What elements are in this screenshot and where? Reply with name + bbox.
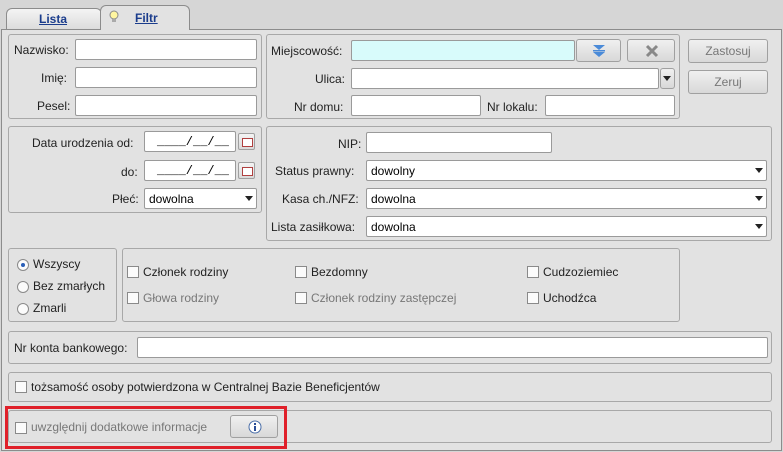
calendar-od-icon[interactable]	[238, 133, 255, 150]
nazwisko-input[interactable]	[75, 39, 257, 60]
kasa-select[interactable]: dowolna	[366, 188, 767, 209]
nip-label: NIP:	[338, 137, 362, 151]
data-do-placeholder: ____/__/__	[157, 164, 230, 178]
uchodzca-checkbox[interactable]	[527, 292, 539, 304]
close-icon	[645, 44, 659, 61]
lista-label: Lista zasiłkowa:	[271, 220, 356, 234]
radio-bez-zmarlych[interactable]	[17, 281, 29, 293]
identity-checkbox[interactable]	[15, 381, 27, 393]
zastosuj-label: Zastosuj	[705, 44, 751, 58]
lista-select[interactable]: dowolna	[366, 216, 767, 237]
pesel-label: Pesel:	[37, 99, 71, 113]
chevron-down-icon	[245, 196, 253, 201]
pesel-input[interactable]	[75, 95, 257, 116]
info-icon	[248, 420, 262, 437]
cudzoziemiec-label: Cudzoziemiec	[543, 265, 619, 279]
tab-lista[interactable]: Lista	[6, 8, 102, 29]
data-od-placeholder: ____/__/__	[157, 135, 230, 149]
clear-miejscowosc-button[interactable]	[627, 39, 675, 62]
tab-bar: Lista Filtr	[0, 0, 783, 30]
bezdomny-label: Bezdomny	[311, 265, 368, 279]
czlonek-rodziny-checkbox[interactable]	[127, 266, 139, 278]
bezdomny-checkbox[interactable]	[295, 266, 307, 278]
tab-filtr-label: Filtr	[135, 11, 158, 25]
czlonek-zastepczej-checkbox[interactable]	[295, 292, 307, 304]
zastosuj-button[interactable]: Zastosuj	[688, 39, 768, 63]
zeruj-button[interactable]: Zeruj	[688, 70, 768, 94]
imie-label: Imię:	[41, 71, 68, 85]
kasa-label: Kasa ch./NFZ:	[282, 192, 359, 206]
calendar-do-icon[interactable]	[238, 162, 255, 179]
ulica-select[interactable]	[351, 68, 659, 89]
bank-label: Nr konta bankowego:	[14, 341, 128, 355]
kasa-value: dowolna	[371, 192, 416, 206]
nr-domu-label: Nr domu:	[294, 100, 344, 114]
radio-wszyscy[interactable]	[17, 259, 29, 271]
czlonek-zastepczej-label: Członek rodziny zastępczej	[311, 291, 457, 305]
zeruj-label: Zeruj	[714, 75, 742, 89]
lightbulb-icon	[109, 10, 119, 23]
radio-zmarli-label: Zmarli	[33, 301, 67, 315]
nr-domu-input[interactable]	[351, 95, 481, 116]
plec-label: Płeć:	[112, 192, 139, 206]
miejscowosc-input[interactable]	[351, 40, 575, 61]
family-flags-group	[122, 248, 680, 322]
nip-input[interactable]	[366, 132, 552, 153]
miejscowosc-label: Miejscowość:	[271, 44, 343, 58]
status-prawny-select[interactable]: dowolny	[366, 160, 767, 181]
bank-account-input[interactable]	[137, 337, 768, 358]
glowa-rodziny-label: Głowa rodziny	[143, 291, 220, 305]
plec-select[interactable]: dowolna	[144, 188, 257, 209]
extra-info-checkbox[interactable]	[15, 422, 27, 434]
tab-lista-label: Lista	[39, 12, 68, 26]
chevron-down-icon	[755, 196, 763, 201]
uchodzca-label: Uchodźca	[543, 291, 597, 305]
lista-value: dowolna	[371, 220, 416, 234]
nr-lokalu-input[interactable]	[545, 95, 675, 116]
czlonek-rodziny-label: Członek rodziny	[143, 265, 229, 279]
nazwisko-label: Nazwisko:	[14, 43, 69, 57]
radio-bez-zmarlych-label: Bez zmarłych	[33, 279, 106, 293]
data-do-input[interactable]: ____/__/__	[144, 160, 236, 181]
chevron-down-icon	[755, 168, 763, 173]
data-do-label: do:	[121, 165, 138, 179]
list-arrows-icon	[591, 44, 607, 61]
identity-label: tożsamość osoby potwierdzona w Centralne…	[31, 380, 380, 394]
plec-value: dowolna	[149, 192, 194, 206]
imie-input[interactable]	[75, 67, 257, 88]
data-od-label: Data urodzenia od:	[32, 136, 134, 150]
chevron-down-icon	[663, 76, 671, 81]
ulica-dropdown-button[interactable]	[660, 68, 675, 89]
nr-lokalu-label: Nr lokalu:	[487, 100, 538, 114]
radio-wszyscy-label: Wszyscy	[33, 257, 81, 271]
status-prawny-value: dowolny	[371, 164, 416, 178]
status-prawny-label: Status prawny:	[275, 164, 355, 178]
glowa-rodziny-checkbox[interactable]	[127, 292, 139, 304]
chevron-down-icon	[755, 224, 763, 229]
tab-filtr[interactable]: Filtr	[100, 5, 190, 30]
miejscowosc-list-button[interactable]	[576, 39, 621, 62]
cudzoziemiec-checkbox[interactable]	[527, 266, 539, 278]
radio-zmarli[interactable]	[17, 303, 29, 315]
info-button[interactable]	[230, 415, 278, 438]
data-od-input[interactable]: ____/__/__	[144, 131, 236, 152]
ulica-label: Ulica:	[315, 72, 346, 86]
extra-info-label: uwzględnij dodatkowe informacje	[31, 420, 208, 434]
